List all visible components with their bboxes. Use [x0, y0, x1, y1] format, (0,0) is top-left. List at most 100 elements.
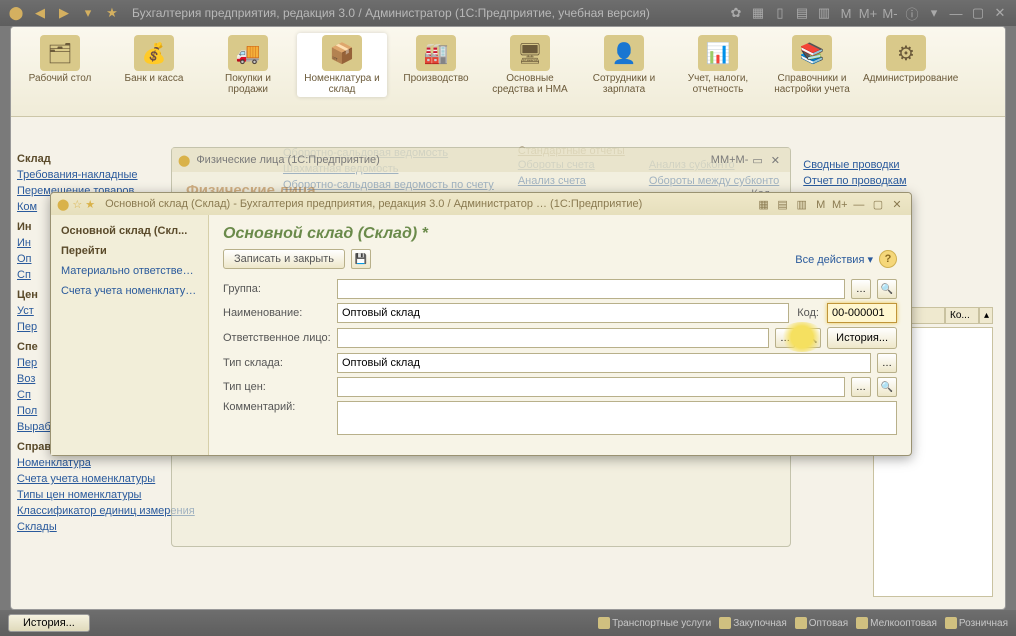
ribbon-sales[interactable]: 🚚Покупки и продажи — [203, 33, 293, 97]
bg-window-min-icon[interactable]: ▭ — [748, 154, 766, 167]
modal-tool1-icon[interactable]: ▦ — [756, 198, 772, 211]
modal-max-icon[interactable]: ▢ — [870, 198, 886, 211]
fav-icon[interactable]: ✿ — [726, 3, 746, 23]
modal-tool2-icon[interactable]: ▤ — [775, 198, 791, 211]
bg-mem-m[interactable]: M — [711, 154, 720, 166]
doc-icon — [945, 617, 957, 629]
status-link[interactable]: Оптовая — [795, 617, 848, 629]
input-code[interactable] — [827, 303, 897, 323]
app-title: Бухгалтерия предприятия, редакция 3.0 / … — [126, 6, 722, 20]
input-wtype[interactable] — [337, 353, 871, 373]
status-link[interactable]: Розничная — [945, 617, 1008, 629]
all-actions-link[interactable]: Все действия ▾ — [795, 253, 873, 266]
modal-warehouse: ⬤ ☆ ★ Основной склад (Склад) - Бухгалтер… — [50, 192, 912, 456]
menu-icon[interactable]: ▾ — [924, 3, 944, 23]
right-col-scroll[interactable]: ▴ — [979, 307, 993, 324]
input-comment[interactable] — [337, 401, 897, 435]
ribbon-admin[interactable]: ⚙Администрирование — [861, 33, 951, 86]
bg-mem-mp[interactable]: M+ — [720, 154, 736, 166]
input-resp[interactable] — [337, 328, 769, 348]
label-name: Наименование: — [223, 307, 331, 319]
ribbon-references[interactable]: 📚Справочники и настройки учета — [767, 33, 857, 97]
bg-window-title: Физические лица (1С:Предприятие) — [190, 154, 710, 166]
forward-icon[interactable]: ▶ — [54, 3, 74, 23]
maximize-icon[interactable]: ▢ — [968, 3, 988, 23]
modal-logo-icon: ⬤ — [57, 198, 69, 211]
submenu-link[interactable]: Сводные проводки — [803, 157, 906, 173]
help-icon[interactable]: ? — [879, 250, 897, 268]
ptype-search-icon[interactable]: 🔍 — [877, 377, 897, 397]
status-link[interactable]: Мелкооптовая — [856, 617, 937, 629]
ribbon-assets[interactable]: 🖥Основные средства и НМА — [485, 33, 575, 97]
ribbon-production[interactable]: 🏭Производство — [391, 33, 481, 86]
modal-body: Основной склад (Склад) * Записать и закр… — [209, 215, 911, 455]
modal-title-text: Основной склад (Склад) - Бухгалтерия пре… — [99, 198, 752, 210]
modal-star-icon[interactable]: ☆ — [72, 198, 82, 211]
back-icon[interactable]: ◀ — [30, 3, 50, 23]
note-icon[interactable]: ▯ — [770, 3, 790, 23]
mem-mplus[interactable]: M+ — [858, 3, 878, 23]
label-resp: Ответственное лицо: — [223, 332, 331, 344]
history-tabs-button[interactable]: История... — [8, 614, 90, 632]
save-icon-button[interactable]: 💾 — [351, 249, 371, 269]
doc-icon — [719, 617, 731, 629]
save-close-button[interactable]: Записать и закрыть — [223, 249, 345, 269]
label-group: Группа: — [223, 283, 331, 295]
status-link[interactable]: Транспортные услуги — [598, 617, 711, 629]
ribbon-desktop[interactable]: 🗂Рабочий стол — [15, 33, 105, 86]
right-col-2[interactable]: Ко... — [945, 307, 979, 324]
ribbon-bank[interactable]: 💰Банк и касса — [109, 33, 199, 86]
modal-titlebar[interactable]: ⬤ ☆ ★ Основной склад (Склад) - Бухгалтер… — [51, 193, 911, 215]
submenu-link[interactable]: Отчет по проводкам — [803, 173, 906, 189]
ribbon: 🗂Рабочий стол 💰Банк и касса 🚚Покупки и п… — [11, 27, 1005, 117]
label-code: Код: — [795, 307, 821, 319]
bg-window-logo-icon: ⬤ — [178, 154, 190, 167]
label-wtype: Тип склада: — [223, 357, 331, 369]
modal-nav-accounts[interactable]: Счета учета номенклатуры — [51, 281, 208, 301]
star-icon[interactable]: ★ — [102, 3, 122, 23]
label-ptype: Тип цен: — [223, 381, 331, 393]
history-button[interactable]: История... — [827, 327, 897, 349]
grid-icon[interactable]: ▦ — [748, 3, 768, 23]
modal-mem-m[interactable]: M — [813, 199, 829, 211]
bg-mem-mm[interactable]: M- — [736, 154, 749, 166]
input-name[interactable] — [337, 303, 789, 323]
modal-nav: Основной склад (Скл... Перейти Материаль… — [51, 215, 209, 455]
ribbon-hr[interactable]: 👤Сотрудники и зарплата — [579, 33, 669, 97]
bg-window-close-icon[interactable]: ✕ — [767, 154, 784, 167]
app-titlebar: ⬤ ◀ ▶ ▾ ★ Бухгалтерия предприятия, редак… — [0, 0, 1016, 26]
group-select-icon[interactable]: … — [851, 279, 871, 299]
status-link[interactable]: Закупочная — [719, 617, 787, 629]
minimize-icon[interactable]: — — [946, 3, 966, 23]
calc-icon[interactable]: ▤ — [792, 3, 812, 23]
modal-fav-icon[interactable]: ★ — [85, 198, 95, 211]
doc-icon — [795, 617, 807, 629]
help-icon[interactable]: ⓘ — [902, 3, 922, 23]
calendar-icon[interactable]: ▥ — [814, 3, 834, 23]
resp-select-icon[interactable]: … — [775, 328, 795, 348]
doc-icon — [598, 617, 610, 629]
close-icon[interactable]: ✕ — [990, 3, 1010, 23]
ptype-select-icon[interactable]: … — [851, 377, 871, 397]
input-ptype[interactable] — [337, 377, 845, 397]
doc-icon — [856, 617, 868, 629]
group-search-icon[interactable]: 🔍 — [877, 279, 897, 299]
resp-search-icon[interactable]: 🔍 — [801, 328, 821, 348]
modal-nav-resp[interactable]: Материально ответственн... — [51, 261, 208, 281]
modal-heading: Основной склад (Склад) * — [223, 225, 897, 243]
input-group[interactable] — [337, 279, 845, 299]
modal-min-icon[interactable]: — — [851, 199, 867, 211]
statusbar: История... Транспортные услуги Закупочна… — [0, 610, 1016, 636]
mem-mminus[interactable]: M- — [880, 3, 900, 23]
dropdown-icon[interactable]: ▾ — [78, 3, 98, 23]
wtype-select-icon[interactable]: … — [877, 353, 897, 373]
modal-nav-goto: Перейти — [51, 241, 208, 261]
modal-mem-mp[interactable]: M+ — [832, 199, 848, 211]
modal-toolbar: Записать и закрыть 💾 Все действия ▾ ? — [223, 249, 897, 269]
modal-close-icon[interactable]: ✕ — [889, 198, 905, 211]
modal-tool3-icon[interactable]: ▥ — [794, 198, 810, 211]
mem-m[interactable]: M — [836, 3, 856, 23]
ribbon-stock[interactable]: 📦Номенклатура и склад — [297, 33, 387, 97]
modal-nav-main[interactable]: Основной склад (Скл... — [51, 221, 208, 241]
ribbon-accounting[interactable]: 📊Учет, налоги, отчетность — [673, 33, 763, 97]
